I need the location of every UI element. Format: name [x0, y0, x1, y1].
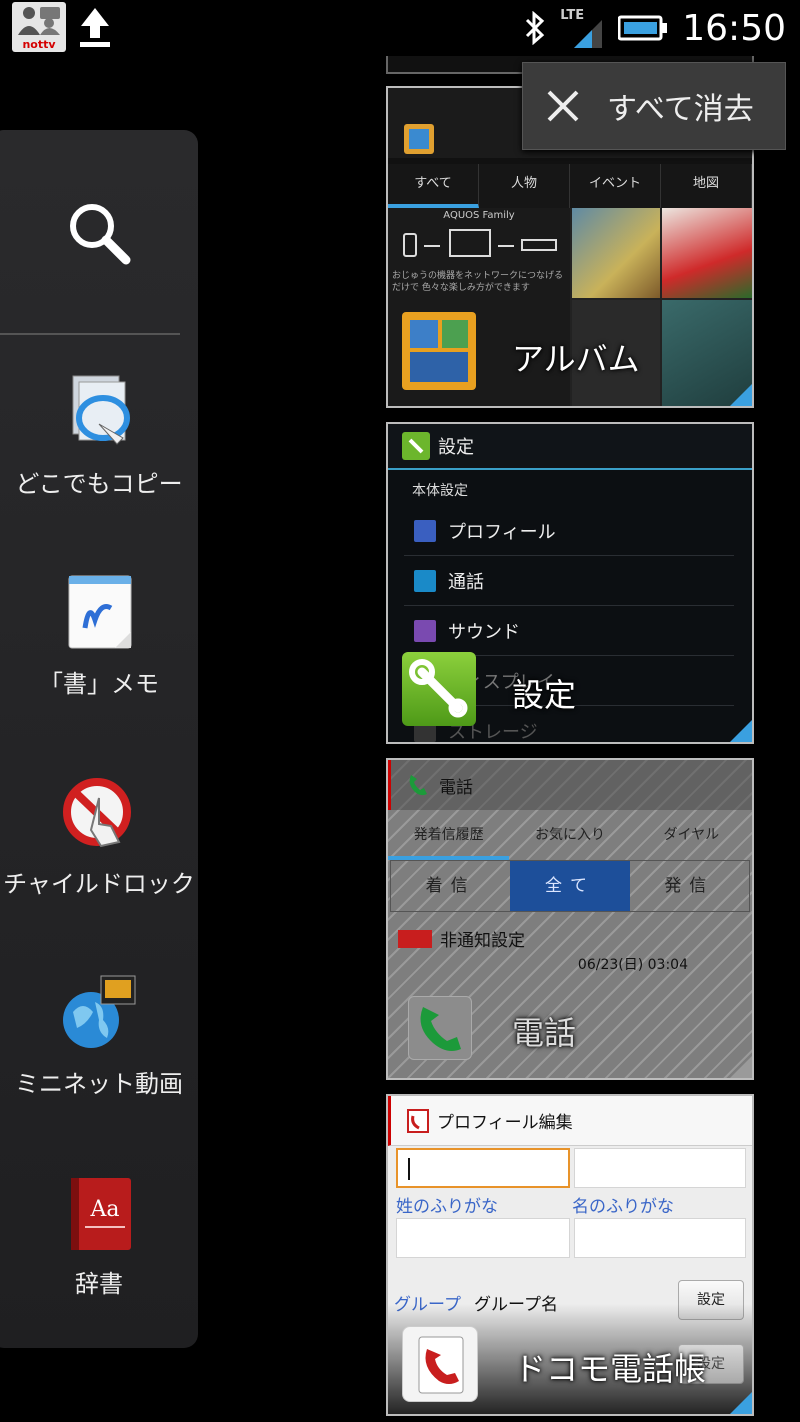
clock: 16:50 — [682, 7, 786, 49]
search-icon — [70, 204, 131, 265]
tab-all: すべて — [388, 164, 479, 208]
bluetooth-icon — [526, 11, 545, 45]
battery-icon — [618, 15, 668, 41]
first-name-field — [574, 1148, 746, 1188]
copy-anywhere-icon — [59, 372, 139, 452]
call-entry-time: 06/23(日) 03:04 — [577, 957, 688, 973]
settings-row-label: サウンド — [448, 621, 520, 643]
recent-app-label: 電話 — [512, 1014, 577, 1052]
phone-handset-icon — [409, 775, 427, 796]
quick-launch-panel: どこでもコピー 「書」メモ チャイルドロック ミニネット動画 Aa 辞書 — [0, 130, 198, 1348]
panel-item-label: どこでもコピー — [15, 470, 183, 498]
recent-app-card-phone[interactable]: 電話 発着信履歴 お気に入り ダイヤル 着信 全て 発信 非通知設定 06/23… — [386, 758, 754, 1080]
card-corner-indicator — [730, 1056, 752, 1078]
phone-tabs: 発着信履歴 お気に入り ダイヤル — [388, 812, 752, 860]
search-button[interactable] — [0, 130, 198, 336]
panel-item-label: 「書」メモ — [39, 670, 159, 698]
panel-divider — [0, 333, 180, 335]
album-tabs: すべて 人物 イベント 地図 — [388, 164, 752, 208]
settings-header: 設定 — [388, 424, 752, 470]
recent-app-label: アルバム — [512, 340, 640, 378]
dictionary-icon: Aa — [59, 1172, 139, 1252]
clear-all-label: すべて消去 — [607, 92, 754, 127]
nottv-notification-icon[interactable]: nottv — [12, 2, 66, 52]
panel-item-child-lock[interactable]: チャイルドロック — [0, 736, 198, 936]
last-name-reading-label: 姓のふりがな — [396, 1197, 498, 1217]
banner-text: おじゅうの機器をネットワークにつなげるだけで 色々な楽しみ方ができます — [392, 271, 564, 293]
text-cursor — [408, 1158, 410, 1180]
tab-favorites: お気に入り — [534, 827, 605, 843]
recent-app-card-settings[interactable]: 設定 本体設定 プロフィール 通話 サウンド ディスプレイ ストレージ 設定 — [386, 422, 754, 744]
segment-all: 全て — [510, 861, 630, 911]
settings-row-profile: プロフィール — [404, 506, 734, 556]
settings-row-sound: サウンド — [404, 606, 734, 656]
call-entry-name: 非通知設定 — [440, 931, 525, 951]
memo-icon — [59, 572, 139, 652]
first-name-reading-field — [574, 1218, 746, 1258]
settings-section-header: 本体設定 — [412, 483, 468, 499]
last-name-field — [396, 1148, 570, 1188]
card-corner-indicator — [730, 720, 752, 742]
phone-title: 電話 — [439, 777, 473, 798]
photo-thumb — [662, 208, 752, 298]
segment-outgoing: 発信 — [664, 876, 715, 896]
clear-all-button[interactable]: すべて消去 — [522, 62, 786, 150]
settings-row-label: 通話 — [448, 571, 484, 593]
mini-net-video-icon — [59, 972, 139, 1052]
settings-title: 設定 — [438, 437, 474, 458]
contacts-edit-icon — [407, 1108, 429, 1133]
devices-illustration — [403, 229, 557, 257]
tab-events: イベント — [570, 164, 661, 208]
album-book-icon — [402, 312, 476, 390]
phone-icon — [414, 569, 436, 592]
panel-item-label: ミニネット動画 — [15, 1070, 183, 1098]
profile-icon — [414, 519, 436, 542]
panel-item-copy-anywhere[interactable]: どこでもコピー — [0, 336, 198, 536]
tab-map: 地図 — [661, 164, 752, 208]
panel-item-dictionary[interactable]: Aa 辞書 — [0, 1136, 198, 1336]
recent-app-card-contacts[interactable]: プロフィール編集 姓のふりがな 名のふりがな グループ グループ名 設定 設定 … — [386, 1094, 754, 1416]
contacts-header: プロフィール編集 — [388, 1096, 752, 1146]
panel-item-label: 辞書 — [75, 1270, 123, 1298]
card-corner-indicator — [730, 384, 752, 406]
first-name-reading-label: 名のふりがな — [572, 1197, 674, 1217]
wrench-icon — [402, 432, 430, 460]
photo-thumb — [572, 208, 660, 298]
nottv-label: nottv — [22, 38, 56, 51]
panel-item-mini-net-video[interactable]: ミニネット動画 — [0, 936, 198, 1136]
recent-app-label: 設定 — [512, 676, 577, 714]
missed-call-icon — [398, 930, 432, 948]
call-filter-segments: 着信 全て 発信 — [390, 860, 750, 912]
tab-dial: ダイヤル — [663, 827, 720, 843]
last-name-reading-field — [396, 1218, 570, 1258]
child-lock-icon — [59, 772, 139, 852]
status-bar: nottv LTE 16:50 — [0, 0, 800, 56]
close-icon — [547, 90, 579, 122]
upload-icon[interactable] — [78, 4, 112, 50]
settings-row-call: 通話 — [404, 556, 734, 606]
speaker-icon — [414, 619, 436, 642]
settings-row-label: プロフィール — [448, 521, 556, 543]
recent-app-label: ドコモ電話帳 — [514, 1350, 707, 1388]
contacts-title: プロフィール編集 — [437, 1113, 573, 1133]
banner-title: AQUOS Family — [443, 210, 515, 221]
segment-incoming: 着信 — [425, 876, 476, 896]
call-log-entry: 非通知設定 06/23(日) 03:04 — [392, 918, 692, 978]
phone-app-icon — [408, 996, 472, 1060]
lte-signal-icon: LTE — [560, 6, 604, 50]
album-app-icon — [404, 124, 434, 154]
card-corner-indicator — [730, 1392, 752, 1414]
svg-text:Aa: Aa — [89, 1197, 119, 1222]
phone-header: 電話 — [388, 760, 752, 810]
settings-app-icon — [402, 652, 476, 726]
tab-people: 人物 — [479, 164, 570, 208]
panel-item-label: チャイルドロック — [3, 870, 195, 898]
docomo-contacts-app-icon — [402, 1326, 478, 1402]
panel-item-memo[interactable]: 「書」メモ — [0, 536, 198, 736]
tab-call-history: 発着信履歴 — [388, 812, 510, 860]
